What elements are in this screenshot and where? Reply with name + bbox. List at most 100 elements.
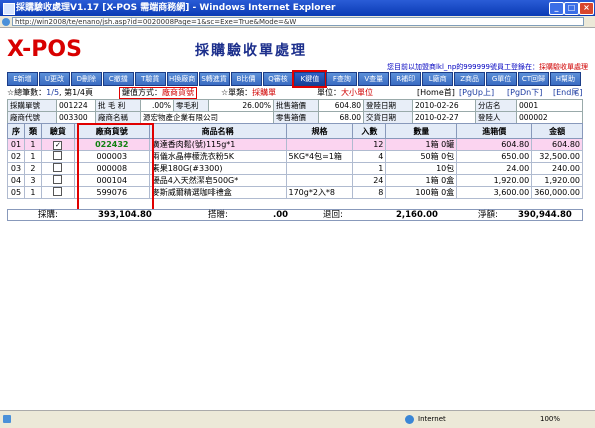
login-date-value[interactable]: 2010-02-26	[412, 99, 476, 112]
toolbar-button[interactable]: Z商品	[454, 72, 486, 86]
verify-checkbox[interactable]	[53, 187, 63, 196]
vendor-name-value[interactable]: 源宏物產企業有限公司	[140, 111, 274, 124]
row-box-price: 24.00	[456, 162, 533, 175]
toolbar-button[interactable]: G單位	[486, 72, 517, 86]
window-titlebar: 採購驗收處理V1.17 [X-POS 需端商務網] - Windows Inte…	[0, 0, 595, 16]
zero-margin-value[interactable]: 26.00%	[208, 99, 274, 112]
row-box-price: 1,920.00	[456, 174, 533, 187]
nav-pgdn[interactable]: [PgDn下]	[507, 87, 542, 99]
address-bar: http://win2008/te/enano/jsh.asp?id=00200…	[0, 16, 595, 28]
row-quantity[interactable]: 10包	[385, 162, 458, 175]
row-per-box: 24	[352, 174, 387, 187]
total-count: ☆總筆數：1/5, 第1/4頁	[7, 88, 94, 97]
row-quantity[interactable]: 1箱 0罐	[385, 138, 458, 151]
verify-checkbox[interactable]	[53, 151, 63, 160]
delivery-date-value[interactable]: 2010-02-27	[412, 111, 476, 124]
row-spec	[285, 138, 354, 151]
toolbar-button[interactable]: T驗貨	[134, 72, 166, 86]
col-vendor-code[interactable]: 廠商貨號	[73, 123, 150, 139]
row-checked	[40, 162, 75, 175]
toolbar-button[interactable]: B比價	[230, 72, 262, 86]
col-amount[interactable]: 金額	[531, 123, 583, 139]
row-vendor-code[interactable]: 000008	[73, 162, 150, 175]
row-vendor-code[interactable]: 599076	[73, 186, 150, 199]
row-quantity[interactable]: 100箱 0盒	[385, 186, 458, 199]
row-vendor-code[interactable]: 000104	[73, 174, 150, 187]
toolbar-button[interactable]: V查量	[358, 72, 390, 86]
verify-checkbox[interactable]	[53, 175, 63, 184]
grid-body: 01 1 ✓ 022432 廣達香肉鬆(號)115g*1 12 1箱 0罐 604.80 604…	[7, 138, 583, 199]
branch-value[interactable]: 0001	[516, 99, 583, 112]
batch-box-price-label: 批售箱價	[273, 99, 319, 112]
security-zone: Internet	[418, 415, 446, 423]
row-vendor-code[interactable]: 000003	[73, 150, 150, 163]
row-product-name: 麥斯威爾精選咖啡禮盒	[148, 186, 287, 199]
doc-type: ☆單類：採購單	[221, 88, 277, 97]
batch-margin-value[interactable]: .00%	[140, 99, 174, 112]
row-quantity[interactable]: 1箱 0盒	[385, 174, 458, 187]
retail-box-price-label: 零售箱價	[273, 111, 319, 124]
toolbar-button[interactable]: D刪除	[70, 72, 102, 86]
operator-value[interactable]: 000002	[516, 111, 583, 124]
toolbar-button[interactable]: Q審核	[262, 72, 294, 86]
row-amount: 360,000.00	[531, 186, 583, 199]
verify-checkbox[interactable]: ✓	[53, 140, 63, 150]
done-icon	[3, 415, 11, 423]
toolbar-button[interactable]: C撤擋	[102, 72, 134, 86]
col-checked[interactable]: 驗貨	[40, 123, 75, 139]
return-label: 退回:	[323, 210, 343, 220]
delivery-date-label: 交貨日期	[363, 111, 413, 124]
table-row[interactable]: 03 2 000008 素果180G(#3300) 1 10包 24.00 240.00	[7, 162, 583, 175]
batch-box-price-value[interactable]: 604.80	[318, 99, 364, 112]
row-spec	[285, 162, 354, 175]
row-class: 1	[23, 186, 42, 199]
zoom-level[interactable]: 100%	[540, 411, 560, 427]
row-per-box: 8	[352, 186, 387, 199]
toolbar-button[interactable]: CT回歸	[518, 72, 549, 86]
row-per-box: 1	[352, 162, 387, 175]
toolbar-button[interactable]: R補印	[390, 72, 422, 86]
table-row[interactable]: 01 1 ✓ 022432 廣達香肉鬆(號)115g*1 12 1箱 0罐 604.80 604…	[7, 138, 583, 151]
row-amount: 604.80	[531, 138, 583, 151]
login-date-label: 登陸日期	[363, 99, 413, 112]
verify-checkbox[interactable]	[53, 163, 63, 172]
table-row[interactable]: 02 1 000003 兩儀水晶檸檬洗衣粉5K 5KG*4包=1箱 4 50箱 0包 650.…	[7, 150, 583, 163]
row-checked	[40, 186, 75, 199]
row-class: 1	[23, 150, 42, 163]
row-vendor-code[interactable]: 022432	[73, 138, 150, 151]
toolbar-button[interactable]: H換廠商	[166, 72, 198, 86]
col-box-price[interactable]: 進箱價	[456, 123, 533, 139]
col-class[interactable]: 類	[23, 123, 42, 139]
row-quantity[interactable]: 50箱 0包	[385, 150, 458, 163]
toolbar-button[interactable]: S轉進貨	[198, 72, 230, 86]
row-seq: 05	[7, 186, 25, 199]
close-button[interactable]: ×	[579, 2, 594, 15]
url-field[interactable]: http://win2008/te/enano/jsh.asp?id=00200…	[12, 17, 584, 26]
toolbar-button[interactable]: L廠商	[422, 72, 454, 86]
toolbar-button[interactable]: K鍵值	[292, 70, 328, 88]
page-content: X-POS 採購驗收單處理 您目前以加盟商lkl_np的999999號員工登錄在…	[5, 29, 590, 410]
row-product-name: 素果180G(#3300)	[148, 162, 287, 175]
toolbar-button[interactable]: U更改	[38, 72, 70, 86]
toolbar-button[interactable]: H幫助	[549, 72, 581, 86]
nav-pgup[interactable]: [PgUp上]	[459, 87, 494, 99]
table-row[interactable]: 05 1 599076 麥斯威爾精選咖啡禮盒 170g*2入*8 8 100箱 0盒 3,60…	[7, 186, 583, 199]
vendor-code-value[interactable]: 003300	[56, 111, 96, 124]
minimize-button[interactable]: _	[549, 2, 564, 15]
po-number-value[interactable]: 001224	[56, 99, 96, 112]
col-per-box[interactable]: 入數	[352, 123, 387, 139]
key-mode[interactable]: 鍵值方式：廠商貨號	[119, 87, 197, 99]
toolbar-button[interactable]: F查詢	[326, 72, 358, 86]
page-title: 採購驗收單處理	[195, 43, 307, 59]
nav-end[interactable]: [End尾]	[553, 87, 582, 99]
nav-home[interactable]: [Home首]	[417, 87, 455, 99]
col-product-name[interactable]: 商品名稱	[148, 123, 287, 139]
col-quantity[interactable]: 數量	[385, 123, 458, 139]
col-seq[interactable]: 序	[7, 123, 25, 139]
toolbar-button[interactable]: E新增	[7, 72, 38, 86]
maximize-button[interactable]: □	[564, 2, 579, 15]
retail-box-price-value[interactable]: 68.00	[318, 111, 364, 124]
table-row[interactable]: 04 3 000104 優品4入天然潔皂500G* 24 1箱 0盒 1,920.00 1,9…	[7, 174, 583, 187]
operator-label: 登陸人	[475, 111, 517, 124]
col-spec[interactable]: 規格	[285, 123, 354, 139]
